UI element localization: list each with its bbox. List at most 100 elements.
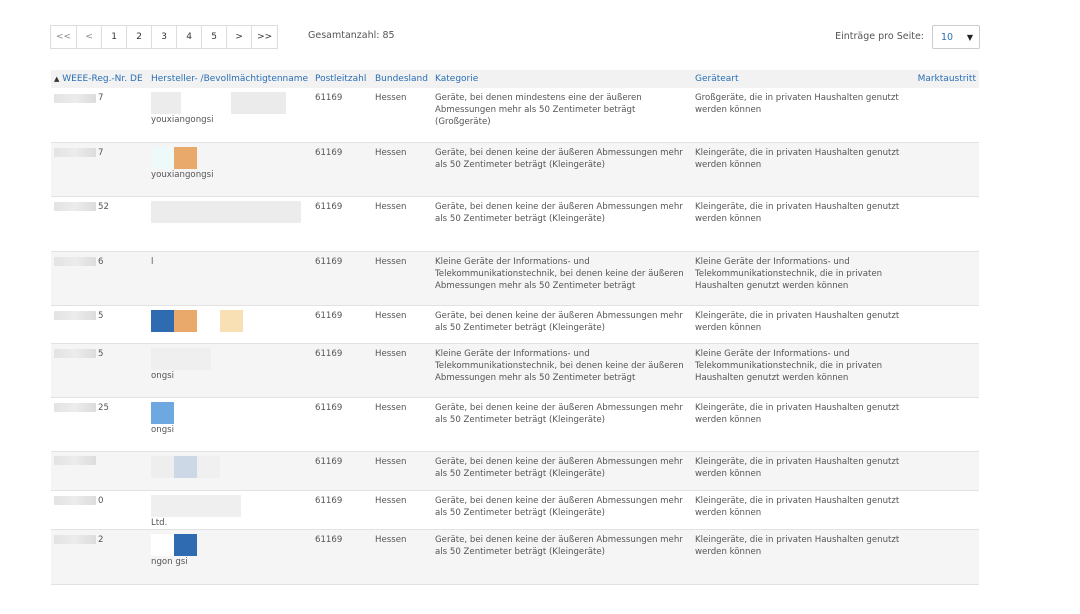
manufacturer-cell: ongsi (148, 397, 312, 452)
table-row: 7 youxiangongsi 61169 Hessen Geräte, bei den… (51, 142, 979, 197)
redaction-block (151, 533, 174, 556)
category-cell: Geräte, bei denen keine der äußeren Abme… (432, 397, 692, 452)
state-cell: Hessen (372, 142, 432, 197)
category-cell: Kleine Geräte der Informations- und Tele… (432, 343, 692, 398)
state-cell: Hessen (372, 343, 432, 398)
manufacturer-cell (148, 305, 312, 344)
device-type-cell: Kleingeräte, die in privaten Haushalten … (692, 529, 904, 585)
page-5-button[interactable]: 5 (201, 25, 228, 49)
market-exit-cell (904, 343, 979, 398)
redacted-value (54, 311, 96, 320)
page-1-button[interactable]: 1 (101, 25, 128, 49)
market-exit-cell (904, 305, 979, 344)
manufacturer-cell: youxiangongsi (148, 142, 312, 197)
per-page-value: 10 (941, 31, 954, 43)
state-cell: Hessen (372, 305, 432, 344)
per-page-select[interactable]: 10 ▼ (932, 25, 980, 49)
reg-nr-suffix: 6 (98, 256, 104, 267)
redacted-value (54, 257, 96, 266)
manufacturer-cell (148, 196, 312, 252)
table-row: 25 ongsi 61169 Hessen Geräte, bei denen kein… (51, 397, 979, 452)
manufacturer-cell: ngon gsi (148, 529, 312, 585)
redaction-block (151, 455, 174, 478)
category-cell: Geräte, bei denen keine der äußeren Abme… (432, 142, 692, 197)
first-page-button[interactable]: << (50, 25, 78, 49)
per-page-control: Einträge pro Seite: 10 ▼ (835, 25, 980, 49)
redaction-block (151, 200, 301, 223)
device-type-cell: Kleingeräte, die in privaten Haushalten … (692, 142, 904, 197)
state-cell: Hessen (372, 451, 432, 491)
page-4-button[interactable]: 4 (176, 25, 203, 49)
redaction-block (151, 347, 211, 370)
redaction-block (151, 309, 174, 332)
table-row: 52 61169 Hessen Geräte, bei denen keine der… (51, 196, 979, 252)
device-type-cell: Kleingeräte, die in privaten Haushalten … (692, 196, 904, 252)
prev-page-button[interactable]: < (76, 25, 103, 49)
state-cell: Hessen (372, 529, 432, 585)
page-3-button[interactable]: 3 (151, 25, 178, 49)
header-market-exit[interactable]: Marktaustritt (904, 70, 979, 88)
redaction-block (220, 309, 243, 332)
redaction-block (174, 455, 197, 478)
redacted-value (54, 403, 96, 412)
redacted-value (54, 349, 96, 358)
redacted-value (54, 148, 96, 157)
reg-nr-cell: 25 (51, 397, 148, 452)
header-manufacturer[interactable]: Hersteller- /Bevollmächtigtenname (148, 70, 312, 88)
redaction-block (151, 494, 241, 517)
header-state[interactable]: Bundesland (372, 70, 432, 88)
manufacturer-name: ngon gsi (151, 556, 188, 567)
header-zip[interactable]: Postleitzahl (312, 70, 372, 88)
per-page-label: Einträge pro Seite: (835, 31, 924, 42)
device-type-cell: Kleingeräte, die in privaten Haushalten … (692, 305, 904, 344)
manufacturer-name: youxiangongsi (151, 169, 214, 180)
next-page-button[interactable]: > (226, 25, 253, 49)
state-cell: Hessen (372, 251, 432, 306)
zip-cell: 61169 (312, 343, 372, 398)
manufacturer-cell: l (148, 251, 312, 306)
header-reg-nr[interactable]: ▲ WEEE-Reg.-Nr. DE (51, 70, 148, 88)
page-2-button[interactable]: 2 (126, 25, 153, 49)
toolbar: << < 1 2 3 4 5 > >> Gesamtanzahl: 85 Ein… (50, 25, 980, 49)
manufacturer-cell: ongsi (148, 343, 312, 398)
market-exit-cell (904, 88, 979, 143)
header-device-type[interactable]: Geräteart (692, 70, 904, 88)
zip-cell: 61169 (312, 397, 372, 452)
reg-nr-cell: 0 (51, 490, 148, 530)
redaction-block (197, 309, 220, 332)
zip-cell: 61169 (312, 196, 372, 252)
reg-nr-suffix: 5 (98, 310, 104, 321)
redacted-value (54, 202, 96, 211)
device-type-cell: Kleingeräte, die in privaten Haushalten … (692, 397, 904, 452)
registry-table: ▲ WEEE-Reg.-Nr. DE Hersteller- /Bevollmä… (51, 70, 979, 585)
redaction-block (151, 401, 174, 424)
reg-nr-suffix: 7 (98, 147, 104, 158)
reg-nr-cell: 7 (51, 142, 148, 197)
category-cell: Geräte, bei denen keine der äußeren Abme… (432, 490, 692, 530)
reg-nr-suffix: 2 (98, 534, 104, 545)
zip-cell: 61169 (312, 88, 372, 143)
market-exit-cell (904, 397, 979, 452)
redaction-block (174, 533, 197, 556)
zip-cell: 61169 (312, 490, 372, 530)
manufacturer-name: Ltd. (151, 517, 168, 528)
state-cell: Hessen (372, 397, 432, 452)
reg-nr-cell: 52 (51, 196, 148, 252)
total-count: Gesamtanzahl: 85 (308, 30, 395, 41)
chevron-down-icon: ▼ (966, 32, 973, 42)
header-category[interactable]: Kategorie (432, 70, 692, 88)
category-cell: Geräte, bei denen keine der äußeren Abme… (432, 305, 692, 344)
reg-nr-cell: 5 (51, 343, 148, 398)
manufacturer-cell (148, 451, 312, 491)
manufacturer-cell: youxiangongsi (148, 88, 312, 143)
reg-nr-suffix: 52 (98, 201, 109, 212)
last-page-button[interactable]: >> (251, 25, 279, 49)
zip-cell: 61169 (312, 305, 372, 344)
zip-cell: 61169 (312, 451, 372, 491)
reg-nr-cell: 5 (51, 305, 148, 344)
market-exit-cell (904, 529, 979, 585)
state-cell: Hessen (372, 88, 432, 143)
device-type-cell: Großgeräte, die in privaten Haushalten g… (692, 88, 904, 143)
category-cell: Geräte, bei denen keine der äußeren Abme… (432, 451, 692, 491)
manufacturer-name: ongsi (151, 424, 175, 435)
